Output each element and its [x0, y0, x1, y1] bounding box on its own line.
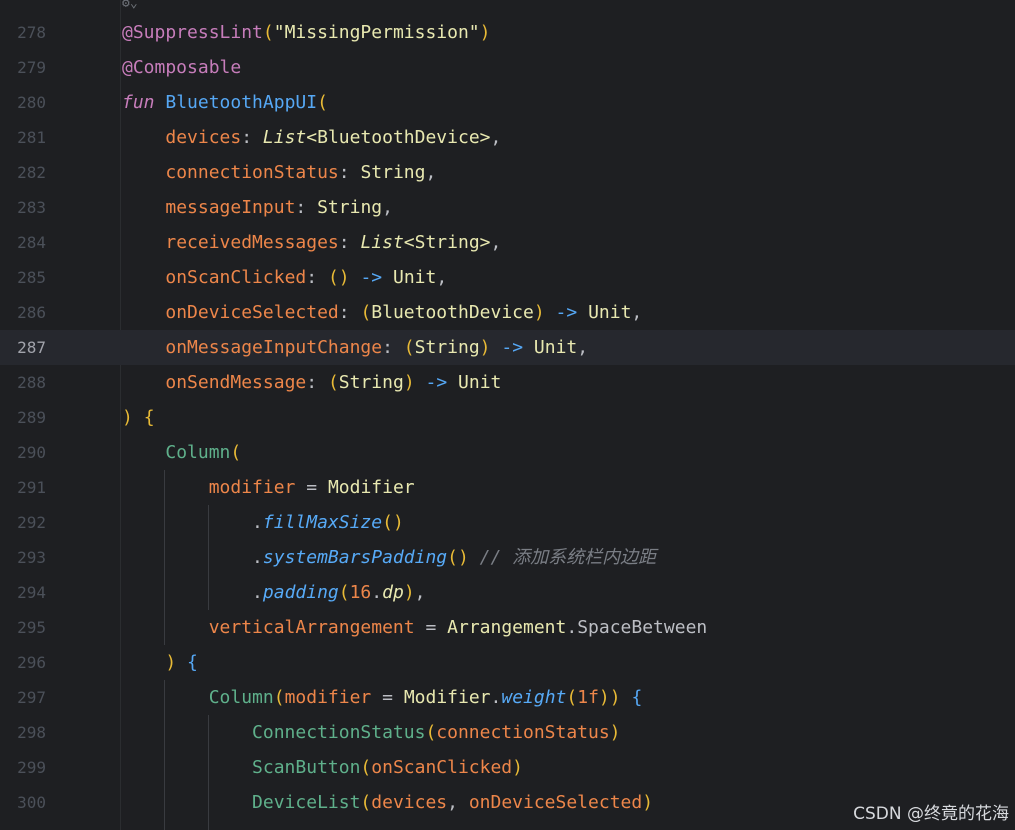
code-line[interactable]: 297 Column(modifier = Modifier.weight(1f… — [0, 680, 1015, 715]
code-line[interactable]: 290 Column( — [0, 435, 1015, 470]
line-code: onMessageInputChange: (String) -> Unit, — [165, 337, 589, 358]
line-code: Column(modifier = Modifier.weight(1f)) { — [208, 687, 643, 708]
code-line[interactable]: 286 onDeviceSelected: (BluetoothDevice) … — [0, 295, 1015, 330]
code-line[interactable]: 292 .fillMaxSize() — [0, 505, 1015, 540]
code-line-current[interactable]: 287 onMessageInputChange: (String) -> Un… — [0, 330, 1015, 365]
line-number: 281 — [17, 128, 46, 147]
line-number: 299 — [17, 758, 46, 777]
code-line[interactable]: 293 .systemBarsPadding() // 添加系统栏内边距 — [0, 540, 1015, 575]
code-line[interactable]: 299 ScanButton(onScanClicked) — [0, 750, 1015, 785]
line-number: 287 — [17, 338, 46, 357]
code-line[interactable]: 288 onSendMessage: (String) -> Unit — [0, 365, 1015, 400]
line-number: 286 — [17, 303, 46, 322]
line-code: Column( — [165, 442, 242, 463]
line-code: connectionStatus: String, — [165, 162, 437, 183]
line-number: 298 — [17, 723, 46, 742]
code-editor[interactable]: ⚙⌄ 278 @SuppressLint("MissingPermission"… — [0, 0, 1015, 830]
line-code: onSendMessage: (String) -> Unit — [165, 372, 502, 393]
code-line[interactable]: 296 ) { — [0, 645, 1015, 680]
line-number: 291 — [17, 478, 46, 497]
line-number: 297 — [17, 688, 46, 707]
code-line[interactable]: 289 ) { — [0, 400, 1015, 435]
code-line[interactable]: 281 devices: List<BluetoothDevice>, — [0, 120, 1015, 155]
line-number: 284 — [17, 233, 46, 252]
line-number: 279 — [17, 58, 46, 77]
code-line[interactable]: 283 messageInput: String, — [0, 190, 1015, 225]
code-line[interactable]: 298 ConnectionStatus(connectionStatus) — [0, 715, 1015, 750]
line-code: @Composable — [122, 57, 242, 78]
line-code: .padding(16.dp), — [252, 582, 426, 603]
line-number: 300 — [17, 793, 46, 812]
line-code: ConnectionStatus(connectionStatus) — [252, 722, 621, 743]
line-number: 282 — [17, 163, 46, 182]
watermark: CSDN @终竟的花海 — [853, 804, 1009, 824]
line-code: onDeviceSelected: (BluetoothDevice) -> U… — [165, 302, 643, 323]
line-number: 278 — [17, 23, 46, 42]
code-line[interactable]: 295 verticalArrangement = Arrangement.Sp… — [0, 610, 1015, 645]
line-code: ScanButton(onScanClicked) — [252, 757, 523, 778]
line-number: 295 — [17, 618, 46, 637]
code-line[interactable]: 279 @Composable — [0, 50, 1015, 85]
line-code: DeviceList(devices, onDeviceSelected) — [252, 792, 654, 813]
line-code: ) { — [122, 407, 155, 428]
line-number: 296 — [17, 653, 46, 672]
line-number: 280 — [17, 93, 46, 112]
line-number: 283 — [17, 198, 46, 217]
line-number: 294 — [17, 583, 46, 602]
line-code: ) { — [165, 652, 198, 673]
code-line[interactable]: 291 modifier = Modifier — [0, 470, 1015, 505]
code-line[interactable]: 285 onScanClicked: () -> Unit, — [0, 260, 1015, 295]
line-number: 288 — [17, 373, 46, 392]
code-line[interactable]: 284 receivedMessages: List<String>, — [0, 225, 1015, 260]
line-code: devices: List<BluetoothDevice>, — [165, 127, 502, 148]
code-line[interactable]: 294 .padding(16.dp), — [0, 575, 1015, 610]
line-code: messageInput: String, — [165, 197, 393, 218]
line-code: verticalArrangement = Arrangement.SpaceB… — [208, 617, 708, 638]
line-code: @SuppressLint("MissingPermission") — [122, 22, 491, 43]
line-number: 290 — [17, 443, 46, 462]
line-code: fun BluetoothAppUI( — [122, 92, 328, 113]
code-line[interactable]: 278 @SuppressLint("MissingPermission") — [0, 15, 1015, 50]
line-number: 285 — [17, 268, 46, 287]
fold-marker-icon[interactable]: ⚙⌄ — [122, 0, 138, 11]
line-number: 293 — [17, 548, 46, 567]
line-code: modifier = Modifier — [208, 477, 415, 498]
code-line[interactable]: 280 fun BluetoothAppUI( — [0, 85, 1015, 120]
line-code: receivedMessages: List<String>, — [165, 232, 502, 253]
line-number: 292 — [17, 513, 46, 532]
line-code: .fillMaxSize() — [252, 512, 404, 533]
line-number: 289 — [17, 408, 46, 427]
code-line[interactable]: 282 connectionStatus: String, — [0, 155, 1015, 190]
line-code: .systemBarsPadding() // 添加系统栏内边距 — [252, 547, 657, 568]
line-code: onScanClicked: () -> Unit, — [165, 267, 448, 288]
